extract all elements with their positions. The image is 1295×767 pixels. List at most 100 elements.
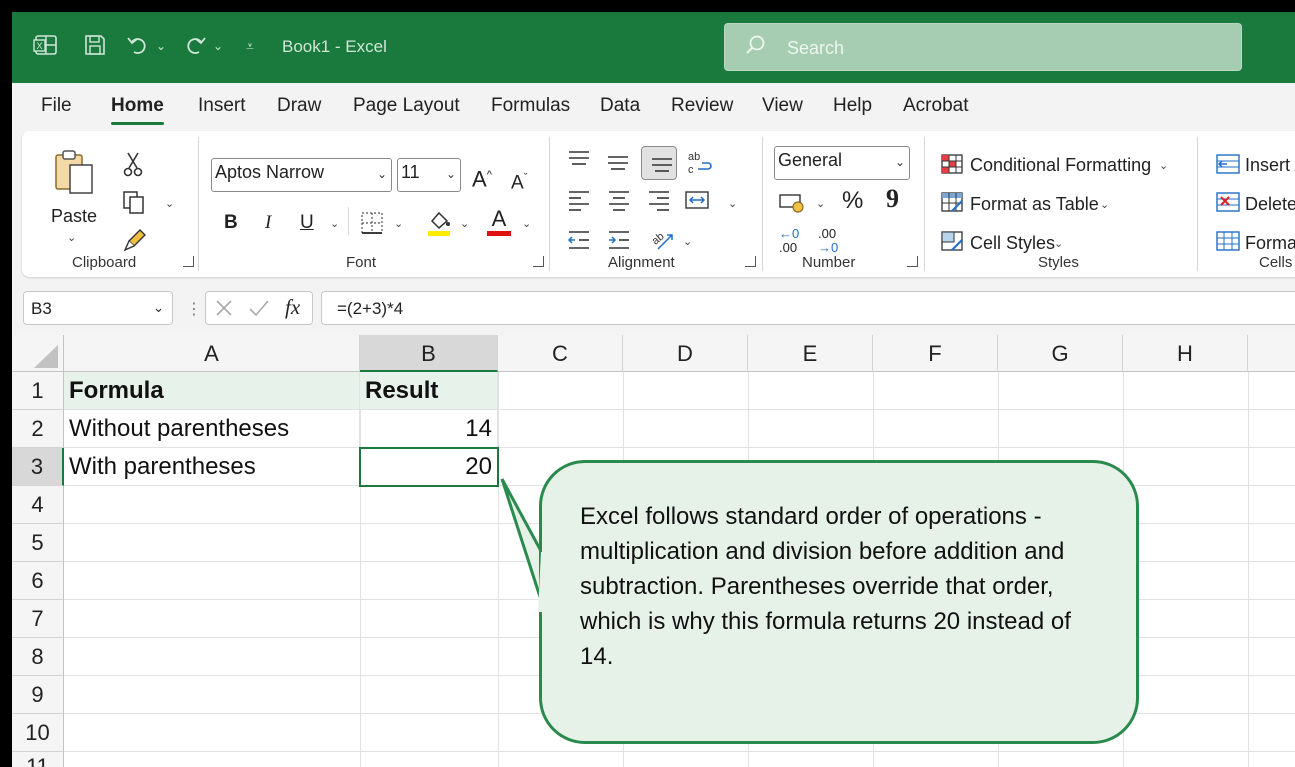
increase-font-size-button[interactable]: A^ (472, 163, 492, 191)
borders-dropdown-icon[interactable]: ⌄ (394, 217, 403, 230)
decrease-indent-icon[interactable] (567, 229, 591, 258)
borders-icon[interactable] (359, 211, 385, 242)
row-header-10[interactable]: 10 (12, 714, 64, 752)
column-header-d[interactable]: D (623, 335, 748, 372)
accounting-format-icon[interactable] (778, 191, 806, 222)
format-as-table-button[interactable]: Format as Table (970, 194, 1099, 215)
tab-home[interactable]: Home (111, 95, 164, 125)
cell-a1[interactable]: Formula (64, 372, 360, 410)
fill-color-dropdown-icon[interactable]: ⌄ (460, 217, 469, 230)
paste-icon[interactable] (52, 149, 96, 206)
row-header-9[interactable]: 9 (12, 676, 64, 714)
accounting-dropdown-icon[interactable]: ⌄ (816, 197, 825, 210)
formula-input[interactable]: =(2+3)*4 (321, 291, 1295, 325)
bold-button[interactable]: B (224, 211, 238, 235)
tab-formulas[interactable]: Formulas (491, 95, 570, 117)
align-middle-icon[interactable] (606, 153, 630, 180)
row-header-3[interactable]: 3 (12, 448, 64, 486)
column-header-e[interactable]: E (748, 335, 873, 372)
conditional-formatting-icon[interactable] (940, 153, 964, 182)
tab-insert[interactable]: Insert (198, 95, 246, 117)
align-top-icon[interactable] (567, 149, 591, 176)
merge-dropdown-icon[interactable]: ⌄ (728, 197, 737, 210)
column-header-h[interactable]: H (1123, 335, 1248, 372)
number-launcher-icon[interactable] (907, 256, 918, 267)
paste-dropdown-icon[interactable]: ⌄ (67, 231, 76, 244)
insert-cells-icon[interactable] (1215, 153, 1241, 182)
cell-styles-button[interactable]: Cell Styles (970, 233, 1055, 254)
redo-icon[interactable] (182, 32, 208, 66)
align-bottom-icon[interactable] (641, 146, 677, 180)
row-header-6[interactable]: 6 (12, 562, 64, 600)
cell-b1[interactable]: Result (360, 372, 498, 410)
cut-icon[interactable] (122, 151, 144, 184)
save-icon[interactable] (82, 32, 108, 66)
format-cells-button[interactable]: Format (1245, 233, 1295, 254)
cell-styles-icon[interactable] (940, 230, 964, 259)
tab-help[interactable]: Help (833, 95, 872, 117)
percent-style-button[interactable]: % (842, 189, 863, 213)
cancel-icon[interactable] (214, 298, 234, 323)
align-left-icon[interactable] (567, 189, 591, 218)
enter-icon[interactable] (248, 298, 270, 323)
tab-draw[interactable]: Draw (277, 95, 321, 117)
font-launcher-icon[interactable] (533, 256, 544, 267)
cell-a3[interactable]: With parentheses (64, 448, 360, 486)
cell-b2[interactable]: 14 (360, 410, 498, 448)
row-header-11[interactable]: 11 (12, 752, 64, 767)
wrap-text-icon[interactable]: ab c (686, 149, 712, 184)
column-header-b[interactable]: B (360, 335, 498, 372)
conditional-formatting-dropdown-icon[interactable]: ⌄ (1159, 159, 1168, 172)
delete-cells-button[interactable]: Delete (1245, 194, 1295, 215)
undo-dropdown-icon[interactable]: ⌄ (156, 32, 166, 60)
cell-styles-dropdown-icon[interactable]: ⌄ (1054, 237, 1063, 250)
format-as-table-icon[interactable] (940, 191, 964, 220)
name-box[interactable]: B3 ⌄ (23, 291, 173, 325)
comma-style-button[interactable]: 9 (886, 186, 899, 212)
align-center-icon[interactable] (607, 189, 631, 218)
row-header-7[interactable]: 7 (12, 600, 64, 638)
alignment-launcher-icon[interactable] (745, 256, 756, 267)
tab-data[interactable]: Data (600, 95, 640, 117)
tab-file[interactable]: File (41, 95, 72, 117)
format-as-table-dropdown-icon[interactable]: ⌄ (1100, 198, 1109, 211)
row-header-5[interactable]: 5 (12, 524, 64, 562)
decrease-font-size-button[interactable]: Aˇ (511, 166, 527, 195)
customize-toolbar-icon[interactable]: ⩡ (246, 32, 254, 60)
delete-cells-icon[interactable] (1215, 191, 1241, 220)
tab-review[interactable]: Review (671, 95, 733, 117)
row-header-2[interactable]: 2 (12, 410, 64, 448)
column-header-i[interactable] (1248, 335, 1295, 372)
align-right-icon[interactable] (647, 189, 671, 218)
row-header-1[interactable]: 1 (12, 372, 64, 410)
search-box[interactable]: Search (724, 23, 1242, 71)
row-header-4[interactable]: 4 (12, 486, 64, 524)
cell-a2[interactable]: Without parentheses (64, 410, 360, 448)
number-format-select[interactable]: General ⌄ (774, 146, 910, 180)
select-all-button[interactable] (12, 335, 64, 372)
insert-cells-button[interactable]: Insert (1245, 155, 1290, 176)
tab-page-layout[interactable]: Page Layout (353, 95, 460, 117)
paste-label[interactable]: Paste (51, 206, 97, 227)
tab-acrobat[interactable]: Acrobat (903, 95, 968, 117)
insert-function-icon[interactable]: fx (285, 295, 300, 320)
copy-icon[interactable] (121, 189, 147, 222)
underline-button[interactable]: U (300, 211, 314, 235)
row-header-8[interactable]: 8 (12, 638, 64, 676)
tab-view[interactable]: View (762, 95, 803, 117)
clipboard-launcher-icon[interactable] (183, 256, 194, 267)
increase-decimal-button[interactable]: ←0.00 (779, 227, 799, 255)
column-header-c[interactable]: C (498, 335, 623, 372)
font-name-select[interactable]: Aptos Narrow ⌄ (211, 158, 392, 192)
fill-color-icon[interactable] (426, 209, 452, 244)
font-color-button[interactable]: A (487, 207, 511, 236)
decrease-decimal-button[interactable]: .00 →0 (818, 227, 838, 255)
redo-dropdown-icon[interactable]: ⌄ (213, 32, 223, 60)
merge-center-icon[interactable] (684, 189, 710, 218)
copy-dropdown-icon[interactable]: ⌄ (165, 197, 174, 210)
column-header-g[interactable]: G (998, 335, 1123, 372)
font-color-dropdown-icon[interactable]: ⌄ (522, 217, 531, 230)
column-header-f[interactable]: F (873, 335, 998, 372)
font-size-select[interactable]: 11 ⌄ (397, 158, 461, 192)
orientation-dropdown-icon[interactable]: ⌄ (683, 235, 692, 248)
